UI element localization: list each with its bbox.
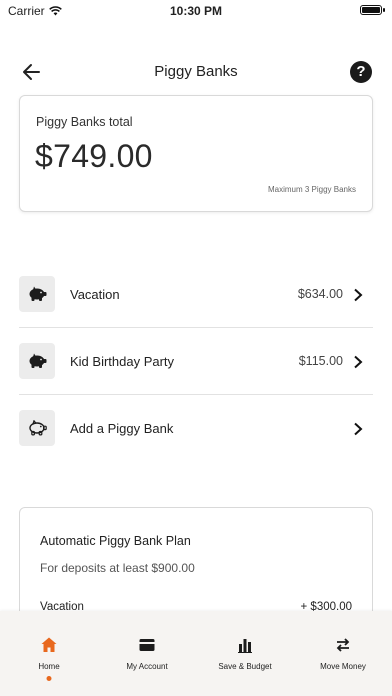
status-time: 10:30 PM — [169, 4, 223, 18]
tab-label: Save & Budget — [218, 662, 272, 671]
total-label: Piggy Banks total — [36, 115, 133, 129]
tab-move-money[interactable]: Move Money — [294, 611, 392, 696]
tab-home[interactable]: Home — [0, 611, 98, 696]
tab-save-budget[interactable]: Save & Budget — [196, 611, 294, 696]
piggy-bank-icon — [19, 276, 55, 312]
piggy-bank-row-kid-birthday-party[interactable]: Kid Birthday Party $115.00 — [19, 328, 373, 395]
active-tab-indicator — [46, 676, 52, 681]
piggy-bank-outline-icon — [19, 410, 55, 446]
navigation-bar: Piggy Banks ? — [0, 50, 392, 94]
help-icon[interactable]: ? — [350, 61, 372, 83]
piggy-bank-icon — [19, 343, 55, 379]
bar-chart-icon — [238, 639, 252, 653]
chevron-right-icon — [354, 288, 363, 302]
tab-label: Move Money — [320, 662, 366, 671]
page-title: Piggy Banks — [154, 63, 238, 80]
chevron-right-icon — [354, 422, 363, 436]
piggy-bank-row-vacation[interactable]: Vacation $634.00 — [19, 261, 373, 328]
battery-icon — [360, 5, 385, 15]
bank-balance: $115.00 — [298, 354, 343, 368]
total-amount: $749.00 — [35, 138, 153, 174]
piggy-banks-total-card: Piggy Banks total $749.00 Maximum 3 Pigg… — [19, 95, 373, 212]
status-bar: Carrier 10:30 PM — [0, 0, 392, 22]
tab-my-account[interactable]: My Account — [98, 611, 196, 696]
tab-label: My Account — [126, 662, 168, 671]
bottom-tab-bar: Home My Account Save & Budget Move Money — [0, 611, 392, 696]
add-piggy-bank-row[interactable]: Add a Piggy Bank — [19, 395, 373, 462]
bank-name: Vacation — [70, 287, 120, 302]
plan-title: Automatic Piggy Bank Plan — [40, 534, 191, 548]
piggy-bank-list: Vacation $634.00 Kid Birthday Party $115… — [19, 261, 373, 462]
tab-label: Home — [38, 662, 60, 671]
limit-note: Maximum 3 Piggy Banks — [267, 185, 356, 194]
chevron-right-icon — [354, 355, 363, 369]
add-bank-label: Add a Piggy Bank — [70, 421, 174, 436]
home-icon — [41, 637, 57, 652]
bank-name: Kid Birthday Party — [70, 354, 175, 369]
transfer-arrows-icon — [336, 638, 350, 652]
bank-balance: $634.00 — [297, 287, 343, 301]
card-icon — [139, 639, 155, 651]
plan-subtitle: For deposits at least $900.00 — [40, 561, 195, 575]
